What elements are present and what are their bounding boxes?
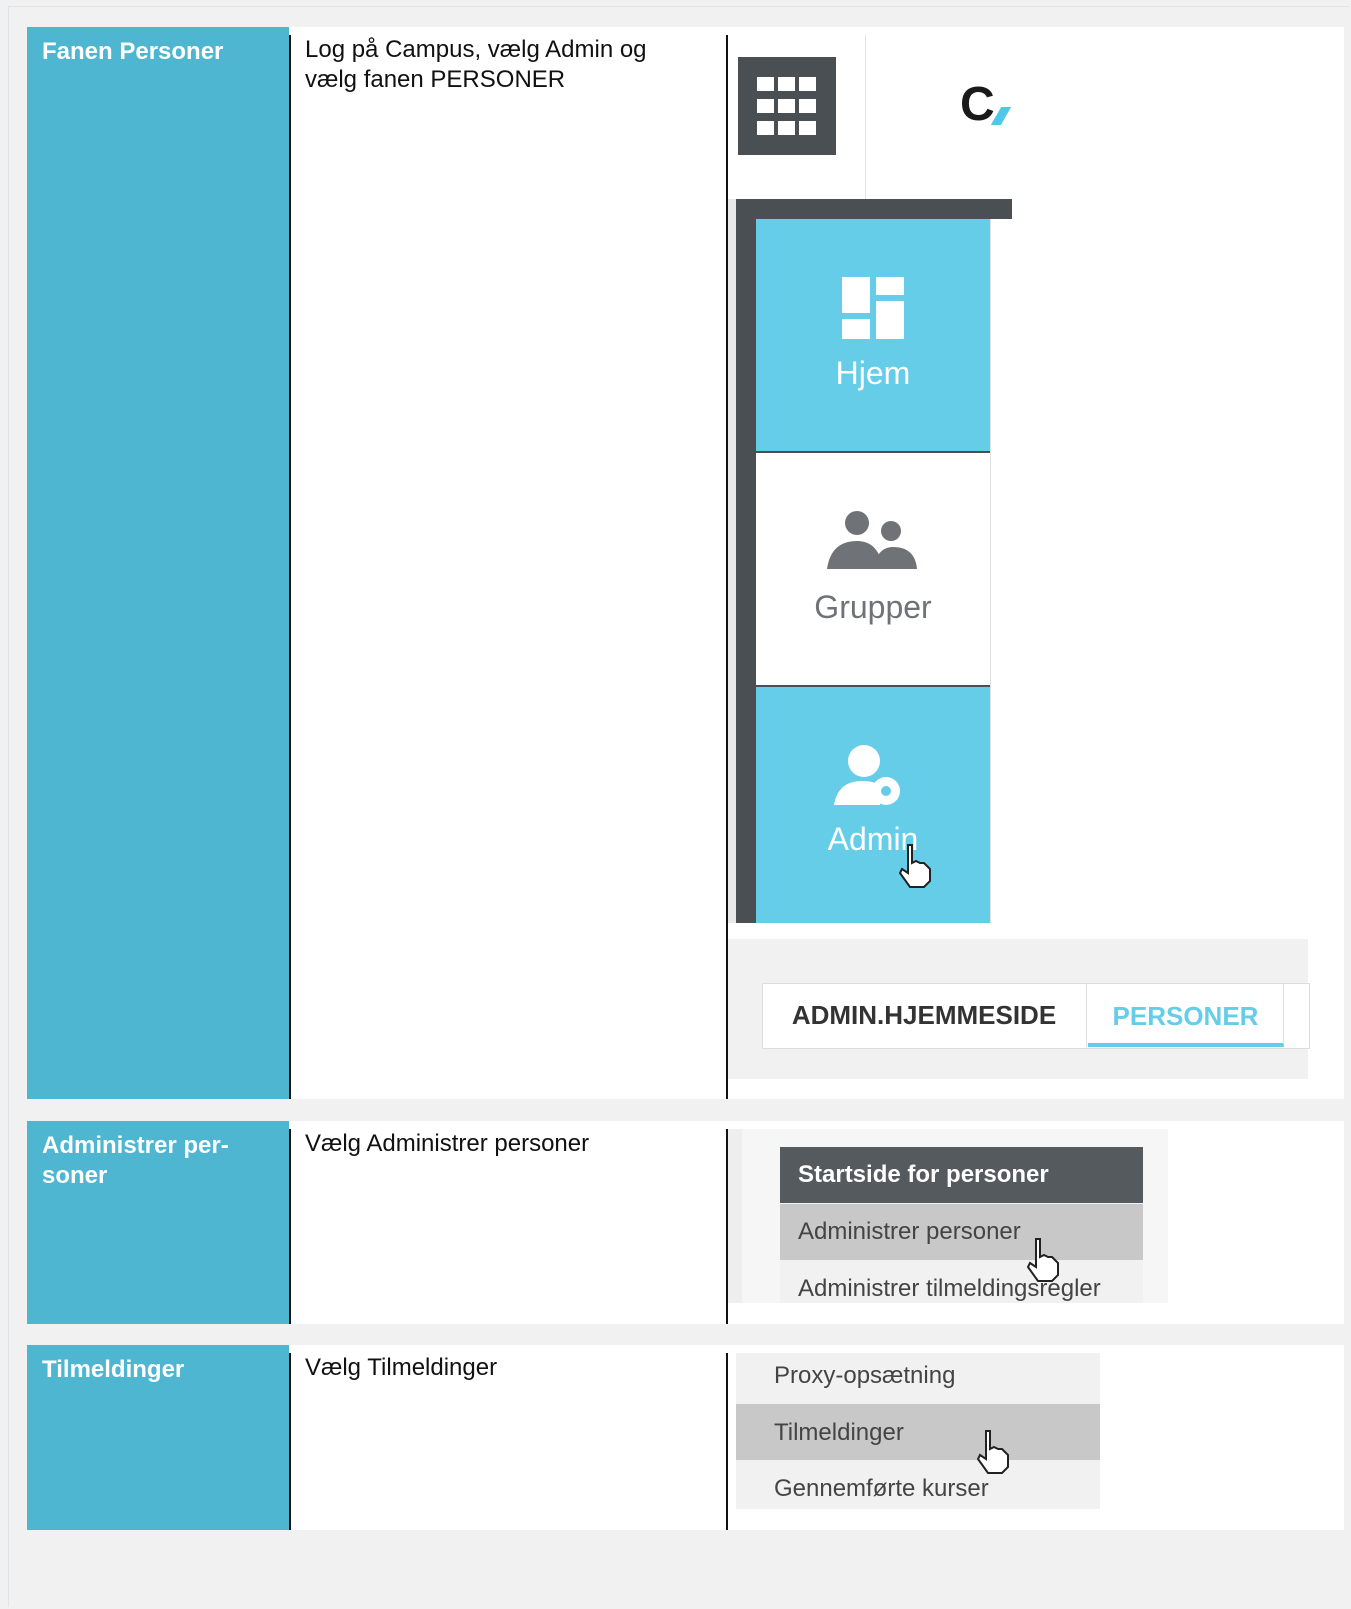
column-divider	[289, 1129, 291, 1324]
menu-item-enrollment-rules[interactable]: Administrer tilmeldingsregler	[780, 1261, 1143, 1303]
app-grid-icon	[757, 77, 817, 135]
hand-cursor-icon	[976, 1430, 1009, 1474]
screenshot-persons-menu: Startside for personer Administrer perso…	[728, 1129, 1168, 1303]
persons-menu: Startside for personer Administrer perso…	[780, 1147, 1143, 1303]
column-divider	[289, 1353, 291, 1530]
menu-header: Startside for personer	[780, 1147, 1143, 1203]
sidebar-item-groups[interactable]: Grupper	[756, 453, 990, 685]
step-label: Tilmeldinger	[42, 1356, 185, 1383]
instruction-row-personer-tab: Fanen Personer Log på Campus, vælg Admin…	[27, 27, 1344, 1099]
sidebar-right-edge	[990, 219, 1013, 923]
sidebar-item-home[interactable]: Hjem	[756, 219, 990, 451]
screenshot-enrollments-menu: Proxy-opsætning Tilmeldinger Gennemførte…	[736, 1353, 1100, 1509]
header-divider	[865, 35, 866, 199]
menu-item-manage-persons[interactable]: Administrer personer	[780, 1204, 1143, 1260]
dashboard-icon	[842, 277, 904, 339]
sidebar-shadow	[728, 199, 736, 923]
groups-icon	[827, 511, 917, 569]
sidebar-item-label: Admin	[827, 821, 919, 857]
step-label: Fanen Personer	[42, 38, 224, 65]
screenshot-edge	[728, 1129, 742, 1303]
screenshot-campus-nav: C Hjem Grupper Admin ADMIN.HJEMMESIDE PE…	[728, 35, 1310, 1099]
step-description: Log på Campus, vælg Admin og vælg fanen …	[305, 36, 647, 93]
sidebar-item-label: Grupper	[814, 589, 932, 625]
hand-cursor-icon	[898, 844, 931, 888]
menu-item-enrollments[interactable]: Tilmeldinger	[736, 1404, 1100, 1460]
instruction-row-manage-persons: Administrer per-soner Vælg Administrer p…	[27, 1121, 1344, 1324]
step-label-cell: Fanen Personer	[27, 27, 289, 1099]
menu-item-proxy-setup[interactable]: Proxy-opsætning	[736, 1353, 1100, 1403]
step-description: Vælg Tilmeldinger	[305, 1354, 498, 1381]
step-description: Vælg Administrer personer	[305, 1130, 590, 1157]
column-divider	[289, 35, 291, 1099]
step-label-cell: Administrer per-soner	[27, 1121, 289, 1324]
admin-gear-icon	[834, 745, 900, 805]
column-divider	[726, 1353, 728, 1530]
instruction-row-enrollments: Tilmeldinger Vælg Tilmeldinger Proxy-ops…	[27, 1345, 1344, 1530]
tab-admin-home[interactable]: ADMIN.HJEMMESIDE	[762, 983, 1087, 1047]
app-grid-button[interactable]	[738, 57, 836, 155]
hand-cursor-icon	[1026, 1238, 1059, 1282]
menu-item-completed-courses[interactable]: Gennemførte kurser	[736, 1461, 1100, 1509]
step-label-cell: Tilmeldinger	[27, 1345, 289, 1530]
tab-persons[interactable]: PERSONER	[1088, 983, 1284, 1047]
sidebar-item-label: Hjem	[835, 355, 911, 391]
sidebar-item-admin[interactable]: Admin	[756, 687, 990, 923]
campus-logo: C	[960, 78, 995, 131]
step-label: Administrer per-soner	[42, 1132, 229, 1189]
admin-tabs-bar: ADMIN.HJEMMESIDE PERSONER	[728, 939, 1310, 1079]
